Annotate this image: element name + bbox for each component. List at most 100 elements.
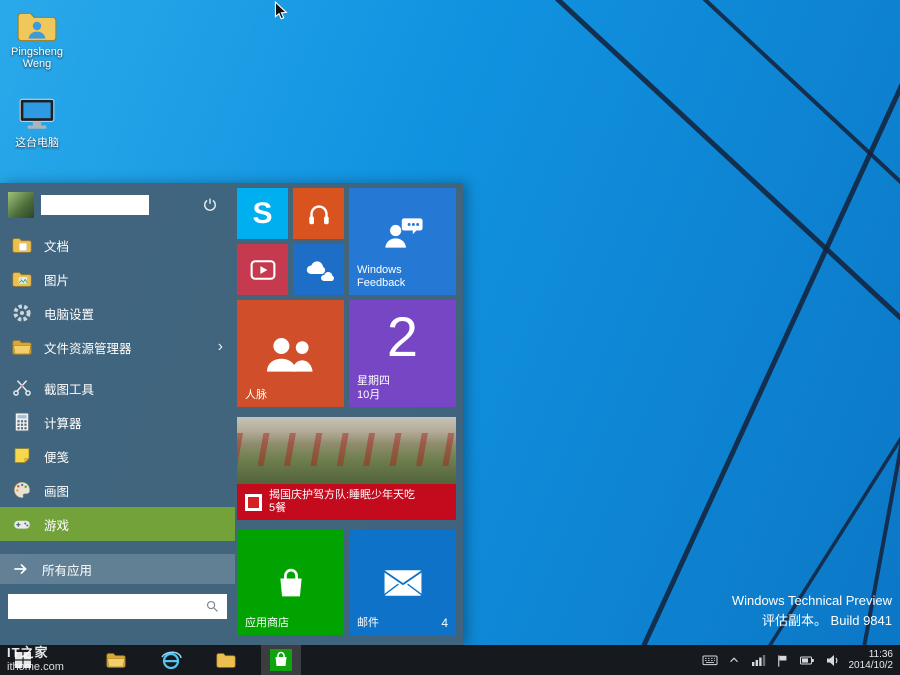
- start-item-games[interactable]: 游戏: [0, 507, 235, 541]
- start-item-label: 文件资源管理器: [44, 338, 132, 357]
- desktop-icon-label: 这台电脑: [15, 134, 59, 150]
- calculator-icon: [11, 411, 33, 433]
- build-watermark-line1: Windows Technical Preview: [732, 591, 892, 611]
- start-item-label: 便笺: [44, 447, 69, 466]
- calendar-weekday: 星期四: [357, 374, 390, 388]
- tile-label: 人脉: [245, 389, 267, 402]
- tile-store[interactable]: 应用商店: [237, 530, 344, 635]
- taskbar-clock[interactable]: 11:36 2014/10/2: [849, 649, 894, 671]
- start-item-file-explorer[interactable]: 文件资源管理器 ›: [0, 330, 235, 364]
- tile-people[interactable]: 人脉: [237, 300, 344, 407]
- taskbar-ie-button[interactable]: [151, 645, 191, 675]
- feedback-person-icon: [381, 214, 425, 252]
- desktop: Pingsheng Weng 这台电脑 Windows Technical Pr…: [0, 0, 900, 675]
- start-item-calculator[interactable]: 计算器: [0, 405, 235, 439]
- tile-onedrive[interactable]: [293, 244, 344, 295]
- calendar-date: 2: [349, 304, 456, 369]
- desktop-icon-this-pc[interactable]: 这台电脑: [3, 96, 71, 150]
- tile-music[interactable]: [293, 188, 344, 239]
- site-watermark-url: ithome.com: [7, 661, 64, 673]
- power-icon: [201, 196, 219, 214]
- tile-label: 邮件: [357, 617, 379, 630]
- arrow-right-icon: [11, 559, 31, 579]
- news-photo: [237, 433, 456, 466]
- start-menu-left-column: 文档 图片 电脑设置: [0, 183, 235, 645]
- taskbar: 11:36 2014/10/2: [0, 645, 900, 675]
- start-item-label: 画图: [44, 481, 69, 500]
- tile-label: 应用商店: [245, 617, 289, 630]
- store-bag-icon: [272, 565, 310, 601]
- build-watermark: Windows Technical Preview 评估副本。 Build 98…: [732, 591, 892, 631]
- clock-date: 2014/10/2: [849, 660, 894, 671]
- start-menu: 文档 图片 电脑设置: [0, 183, 463, 645]
- news-headline: 揭国庆护驾方队:睡眠少年天吃 5餐: [269, 489, 415, 515]
- tile-label: Windows Feedback: [357, 264, 429, 290]
- people-icon: [263, 330, 319, 378]
- paint-icon: [11, 479, 33, 501]
- store-icon: [270, 649, 292, 671]
- user-folder-icon: [16, 8, 58, 44]
- mail-envelope-icon: [382, 568, 424, 598]
- all-apps-button[interactable]: 所有应用: [0, 554, 235, 584]
- file-explorer-icon: [11, 336, 33, 358]
- start-item-label: 截图工具: [44, 379, 94, 398]
- taskbar-file-explorer-button[interactable]: [96, 645, 136, 675]
- start-item-paint[interactable]: 画图: [0, 473, 235, 507]
- tile-news[interactable]: 揭国庆护驾方队:睡眠少年天吃 5餐: [237, 417, 456, 520]
- calendar-month: 10月: [357, 388, 390, 402]
- start-item-label: 电脑设置: [44, 304, 94, 323]
- start-item-sticky-notes[interactable]: 便笺: [0, 439, 235, 473]
- tile-calendar[interactable]: 2 星期四 10月: [349, 300, 456, 407]
- documents-folder-icon: [11, 234, 33, 256]
- pictures-folder-icon: [11, 268, 33, 290]
- mail-unread-badge: 4: [441, 616, 448, 630]
- chevron-up-icon[interactable]: [727, 653, 741, 667]
- start-search-box: [8, 594, 227, 619]
- start-menu-items: 文档 图片 电脑设置: [0, 228, 235, 541]
- taskbar-folder-button[interactable]: [206, 645, 246, 675]
- file-explorer-icon: [105, 649, 127, 671]
- start-menu-header: [0, 183, 235, 220]
- games-icon: [11, 513, 33, 535]
- touch-keyboard-icon[interactable]: [702, 652, 718, 668]
- start-item-label: 计算器: [44, 413, 82, 432]
- flag-icon[interactable]: [775, 653, 790, 668]
- start-item-pc-settings[interactable]: 电脑设置: [0, 296, 235, 330]
- mouse-cursor: [273, 1, 289, 21]
- desktop-icon-user-folder[interactable]: Pingsheng Weng: [3, 8, 71, 70]
- start-item-label: 图片: [44, 270, 69, 289]
- power-button[interactable]: [201, 196, 219, 214]
- tile-windows-feedback[interactable]: Windows Feedback: [349, 188, 456, 295]
- taskbar-store-button[interactable]: [261, 645, 301, 675]
- headphones-icon: [304, 200, 334, 228]
- settings-gear-icon: [11, 302, 33, 324]
- news-headline-line2: 5餐: [269, 502, 415, 515]
- news-source-logo-icon: [245, 494, 262, 511]
- site-watermark-logo: IT之家: [7, 642, 64, 661]
- sticky-notes-icon: [11, 445, 33, 467]
- start-item-pictures[interactable]: 图片: [0, 262, 235, 296]
- start-item-label: 文档: [44, 236, 69, 255]
- network-icon[interactable]: [750, 652, 766, 668]
- video-play-icon: [248, 256, 278, 284]
- magnifier-icon[interactable]: [204, 598, 221, 615]
- chevron-right-icon: ›: [218, 338, 223, 356]
- user-avatar[interactable]: [8, 192, 34, 218]
- internet-explorer-icon: [160, 649, 182, 671]
- tile-mail[interactable]: 邮件 4: [349, 530, 456, 635]
- start-item-documents[interactable]: 文档: [0, 228, 235, 262]
- folder-icon: [215, 649, 237, 671]
- tile-video[interactable]: [237, 244, 288, 295]
- build-watermark-line2: 评估副本。 Build 9841: [732, 611, 892, 631]
- site-watermark: IT之家 ithome.com: [7, 642, 64, 673]
- desktop-icon-label: Pingsheng Weng: [3, 46, 71, 70]
- snipping-tool-icon: [11, 377, 33, 399]
- search-input[interactable]: [14, 594, 204, 619]
- start-item-snipping-tool[interactable]: 截图工具: [0, 371, 235, 405]
- news-headline-line1: 揭国庆护驾方队:睡眠少年天吃: [269, 489, 415, 502]
- tile-skype[interactable]: S: [237, 188, 288, 239]
- computer-icon: [16, 96, 58, 132]
- battery-icon[interactable]: [799, 652, 815, 668]
- taskbar-pinned-apps: [96, 645, 301, 675]
- volume-icon[interactable]: [824, 652, 840, 668]
